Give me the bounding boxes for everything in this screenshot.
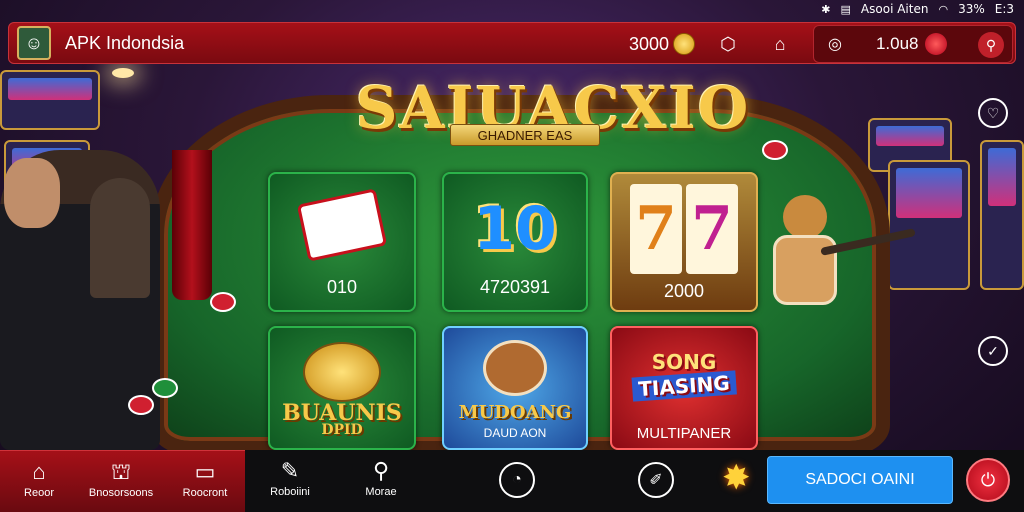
slot-machine-right xyxy=(888,160,970,290)
slot-machine-far-right xyxy=(980,140,1024,290)
search-icon: ⚲ xyxy=(372,458,390,483)
game-art-text: TIASING xyxy=(631,370,737,402)
nav-item-search[interactable]: ⚲ Morae xyxy=(346,456,416,508)
slot-reels: 77 xyxy=(628,184,740,274)
check-icon[interactable]: ✓ xyxy=(978,336,1008,366)
player-figure-2 xyxy=(90,178,150,298)
game-card-multiplayer[interactable]: SONG TIASING MULTIPANER xyxy=(610,326,758,450)
reel: 7 xyxy=(630,184,682,274)
bottom-nav: ⌂ Reoor ⛫ Bnosorsoons ▭ Roocront xyxy=(0,450,245,512)
chip-stack xyxy=(128,395,154,415)
cta-button[interactable]: SADOCI OAINI xyxy=(767,456,953,504)
nav-label: Bnosorsoons xyxy=(88,487,154,499)
game-art-text: DAUD AON xyxy=(483,426,547,440)
ceiling-lamp xyxy=(112,68,134,78)
message-icon: ▭ xyxy=(194,459,216,484)
edit-icon[interactable]: ✐ xyxy=(638,462,674,498)
home-icon: ⌂ xyxy=(32,459,46,484)
game-art-text: SONG xyxy=(651,350,717,374)
player-head xyxy=(4,158,60,228)
avatar[interactable]: ☺ xyxy=(17,26,51,60)
status-bar: ✱ ▤ Asooi Aiten ◠ 33% E:3 xyxy=(0,0,1024,18)
playing-card-icon xyxy=(296,188,388,262)
bluetooth-icon: ✱ xyxy=(821,2,831,16)
top-bar: ☺ APK Indondsia 3000 ⬡ ⌂ ◎ 1.0u8 ⚲ xyxy=(8,22,1016,64)
shop-icon: ⛫ xyxy=(110,459,132,484)
nav-item-home[interactable]: ⌂ Reoor xyxy=(4,457,74,509)
game-card-label: 2000 xyxy=(663,281,705,301)
game-card-label: 010 xyxy=(326,277,358,297)
game-card-dog[interactable]: MUDOANG DAUD AON xyxy=(442,326,588,450)
dog-mascot-icon xyxy=(483,340,547,396)
wifi-icon: ◠ xyxy=(938,2,949,16)
gem-icon xyxy=(924,33,947,55)
starburst-icon[interactable]: ✸ xyxy=(722,458,751,498)
game-card-slots[interactable]: 77 2000 xyxy=(610,172,758,312)
nav-item-messages[interactable]: ▭ Roocront xyxy=(170,457,240,509)
power-button[interactable]: ⏻ xyxy=(966,458,1010,502)
bottom-bar: ⌂ Reoor ⛫ Bnosorsoons ▭ Roocront ✎ Roboi… xyxy=(0,450,1024,512)
game-card-label: MULTIPANER xyxy=(636,425,732,442)
game-card-10[interactable]: 10 4720391 xyxy=(442,172,588,312)
curtain xyxy=(172,150,212,300)
document-icon: ✎ xyxy=(280,458,300,483)
balance-amount: 1.0u8 xyxy=(875,34,919,53)
game-art-text: DPID xyxy=(321,422,363,438)
status-label: Asooi Aiten xyxy=(860,2,929,16)
slot-machine-left-top xyxy=(0,70,100,130)
game-art-text: 10 xyxy=(473,194,557,264)
coin-amount: 3000 xyxy=(629,33,670,54)
chip-stack xyxy=(210,292,236,312)
search-button[interactable]: ⚲ xyxy=(978,32,1004,58)
nav-label: Morae xyxy=(365,486,397,498)
coin-balance: 3000 xyxy=(629,33,696,55)
nav-label: Roboiini xyxy=(270,486,310,498)
game-card-cards[interactable]: 010 xyxy=(268,172,416,312)
coin-icon xyxy=(673,33,696,55)
nav-label: Roocront xyxy=(182,487,228,499)
app-title: APK Indondsia xyxy=(65,32,185,53)
heart-icon[interactable]: ♡ xyxy=(978,98,1008,128)
battery-label: 33% xyxy=(958,2,985,16)
lock-icon[interactable]: ◎ xyxy=(828,34,842,54)
logo-subtitle: GHADNER EAS xyxy=(450,124,600,146)
gold-coin-icon xyxy=(303,342,381,402)
balance-box: ◎ 1.0u8 ⚲ xyxy=(813,25,1013,63)
nav-label: Reoor xyxy=(24,487,54,499)
game-card-bonus[interactable]: BUAUNIS DPID xyxy=(268,326,416,450)
game-card-label: 4720391 xyxy=(479,277,551,297)
nav-item-documents[interactable]: ✎ Roboiini xyxy=(255,456,325,508)
nav-item-shop[interactable]: ⛫ Bnosorsoons xyxy=(86,457,156,509)
chip-stack xyxy=(152,378,178,398)
stopwatch-icon[interactable]: ◔ xyxy=(499,462,535,498)
time-label: E:3 xyxy=(994,2,1014,16)
signal-icon: ▤ xyxy=(840,2,851,16)
home-icon[interactable]: ⌂ xyxy=(765,29,795,59)
game-art-text: MUDOANG xyxy=(458,402,572,423)
reel: 7 xyxy=(686,184,738,274)
shield-icon[interactable]: ⬡ xyxy=(713,29,743,59)
